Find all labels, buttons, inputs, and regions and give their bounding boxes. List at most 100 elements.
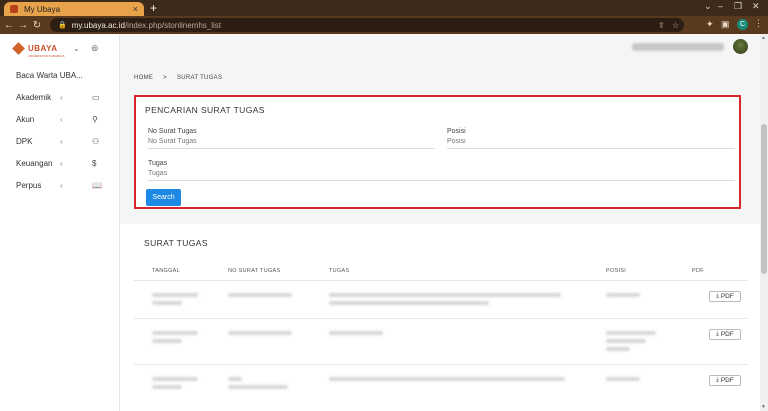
search-title: PENCARIAN SURAT TUGAS xyxy=(145,105,265,115)
sidebar-item-label: Akademik xyxy=(16,92,52,102)
browser-tab[interactable]: My Ubaya × xyxy=(4,2,144,16)
address-bar[interactable]: 🔒 my.ubaya.ac.id /index.php/stonlinemhs_… xyxy=(50,18,684,32)
badge-icon: ⚇ xyxy=(92,136,100,146)
pdf-label: PDF xyxy=(720,293,734,300)
user-icon: ⚲ xyxy=(92,114,98,124)
blurred-no-surat xyxy=(228,385,288,389)
breadcrumb-separator: > xyxy=(163,75,167,81)
breadcrumb: HOME > SURAT TUGAS xyxy=(134,75,230,81)
table-row: ⤓ PDF xyxy=(134,280,748,318)
download-icon: ⤓ xyxy=(716,331,719,337)
user-avatar[interactable] xyxy=(733,39,748,54)
chevron-left-icon: ‹ xyxy=(60,180,63,190)
scroll-up-icon[interactable]: ▲ xyxy=(761,35,766,41)
open-book-icon: 📖 xyxy=(92,180,102,190)
blurred-date xyxy=(152,293,198,297)
blurred-posisi xyxy=(606,331,656,335)
tab-title: My Ubaya xyxy=(24,4,61,14)
pdf-label: PDF xyxy=(720,377,734,384)
column-header-posisi[interactable]: POSISI xyxy=(606,268,626,274)
column-header-tanggal[interactable]: TANGGAL xyxy=(152,268,180,274)
sidebar-item-label: DPK xyxy=(16,136,33,146)
profile-avatar[interactable]: C xyxy=(737,19,748,30)
blurred-tugas xyxy=(329,331,383,335)
dollar-icon: $ xyxy=(92,158,97,168)
sidebar-item-warta[interactable]: Baca Warta UBA... xyxy=(16,68,106,82)
sidebar-item-keuangan[interactable]: Keuangan ‹ $ xyxy=(16,156,106,170)
logo-mark-icon xyxy=(12,42,25,55)
blurred-date xyxy=(152,331,198,335)
no-surat-input[interactable] xyxy=(148,138,435,149)
blurred-date xyxy=(152,301,182,305)
url-path: /index.php/stonlinemhs_list xyxy=(124,20,221,30)
no-surat-label: No Surat Tugas xyxy=(148,128,197,135)
posisi-input[interactable] xyxy=(447,138,735,149)
settings-icon[interactable]: ⊚ xyxy=(91,43,99,54)
blurred-no-surat xyxy=(228,293,292,297)
blurred-tugas xyxy=(329,293,561,297)
chevron-down-icon[interactable]: ⌄ xyxy=(704,1,712,12)
blurred-posisi xyxy=(606,339,646,343)
close-window-icon[interactable]: ✕ xyxy=(752,1,760,12)
user-name-blurred[interactable] xyxy=(632,43,724,51)
search-button[interactable]: Search xyxy=(146,189,181,206)
reload-icon[interactable]: ↻ xyxy=(30,20,44,31)
column-header-tugas[interactable]: TUGAS xyxy=(329,268,349,274)
sidebar-item-perpus[interactable]: Perpus ‹ 📖 xyxy=(16,178,106,192)
blurred-posisi xyxy=(606,377,640,381)
pdf-download-button[interactable]: ⤓ PDF xyxy=(709,329,741,340)
page-scrollbar[interactable]: ▲ ▼ xyxy=(760,34,768,411)
logo-text: UBAYA xyxy=(28,44,58,53)
sidebar-item-label: Keuangan xyxy=(16,158,53,168)
blurred-date xyxy=(152,377,198,381)
download-icon: ⤓ xyxy=(716,293,719,299)
lock-icon[interactable]: 🔒 xyxy=(58,21,67,29)
share-icon[interactable]: ⇪ xyxy=(658,21,665,30)
search-card: PENCARIAN SURAT TUGAS No Surat Tugas Pos… xyxy=(134,95,741,209)
blurred-no-surat xyxy=(228,377,242,381)
top-bar xyxy=(120,34,760,65)
minimize-icon[interactable]: – xyxy=(718,1,723,11)
blurred-posisi xyxy=(606,347,630,351)
bookmark-star-icon[interactable]: ☆ xyxy=(672,21,679,30)
logo-subtitle: UNIVERSITAS SURABAYA xyxy=(28,54,65,58)
sidebar-item-akun[interactable]: Akun ‹ ⚲ xyxy=(16,112,106,126)
blurred-tugas xyxy=(329,301,489,305)
book-icon: ▭ xyxy=(92,92,100,102)
column-header-no-surat[interactable]: NO SURAT TUGAS xyxy=(228,268,281,274)
ubaya-logo[interactable]: UBAYA xyxy=(12,42,58,55)
sidebar-item-dpk[interactable]: DPK ‹ ⚇ xyxy=(16,134,106,148)
scroll-down-icon[interactable]: ▼ xyxy=(761,404,766,410)
tab-close-icon[interactable]: × xyxy=(133,4,138,14)
breadcrumb-home[interactable]: HOME xyxy=(134,75,153,81)
sidebar-item-label: Baca Warta UBA... xyxy=(16,70,83,80)
tugas-input[interactable] xyxy=(148,170,735,181)
browser-tab-bar: My Ubaya × + ⌄ – ❐ ✕ xyxy=(0,0,768,16)
scroll-thumb[interactable] xyxy=(761,124,767,274)
favicon-icon xyxy=(10,5,18,13)
sidebar-item-label: Akun xyxy=(16,114,35,124)
blurred-date xyxy=(152,385,182,389)
blurred-no-surat xyxy=(228,331,292,335)
sidebar: UBAYA UNIVERSITAS SURABAYA ⌄ ⊚ Baca Wart… xyxy=(0,34,120,411)
menu-icon[interactable]: ⋮ xyxy=(754,18,763,29)
sidepanel-icon[interactable]: ▣ xyxy=(721,19,730,30)
chevron-down-icon[interactable]: ⌄ xyxy=(73,44,80,53)
pdf-download-button[interactable]: ⤓ PDF xyxy=(709,291,741,302)
table-row: ⤓ PDF xyxy=(134,364,748,404)
back-icon[interactable]: ← xyxy=(2,20,16,31)
chevron-left-icon: ‹ xyxy=(60,136,63,146)
breadcrumb-current: SURAT TUGAS xyxy=(176,75,223,81)
extensions-icon[interactable]: ✦ xyxy=(706,19,714,30)
table-row: ⤓ PDF xyxy=(134,318,748,364)
list-title: SURAT TUGAS xyxy=(144,238,208,248)
column-header-pdf[interactable]: PDF xyxy=(692,268,704,274)
restore-icon[interactable]: ❐ xyxy=(734,1,742,12)
browser-toolbar: ← → ↻ 🔒 my.ubaya.ac.id /index.php/stonli… xyxy=(0,16,768,34)
forward-icon[interactable]: → xyxy=(16,20,30,31)
blurred-tugas xyxy=(329,377,565,381)
sidebar-item-akademik[interactable]: Akademik ‹ ▭ xyxy=(16,90,106,104)
chevron-left-icon: ‹ xyxy=(60,114,63,124)
new-tab-icon[interactable]: + xyxy=(150,1,157,15)
pdf-download-button[interactable]: ⤓ PDF xyxy=(709,375,741,386)
